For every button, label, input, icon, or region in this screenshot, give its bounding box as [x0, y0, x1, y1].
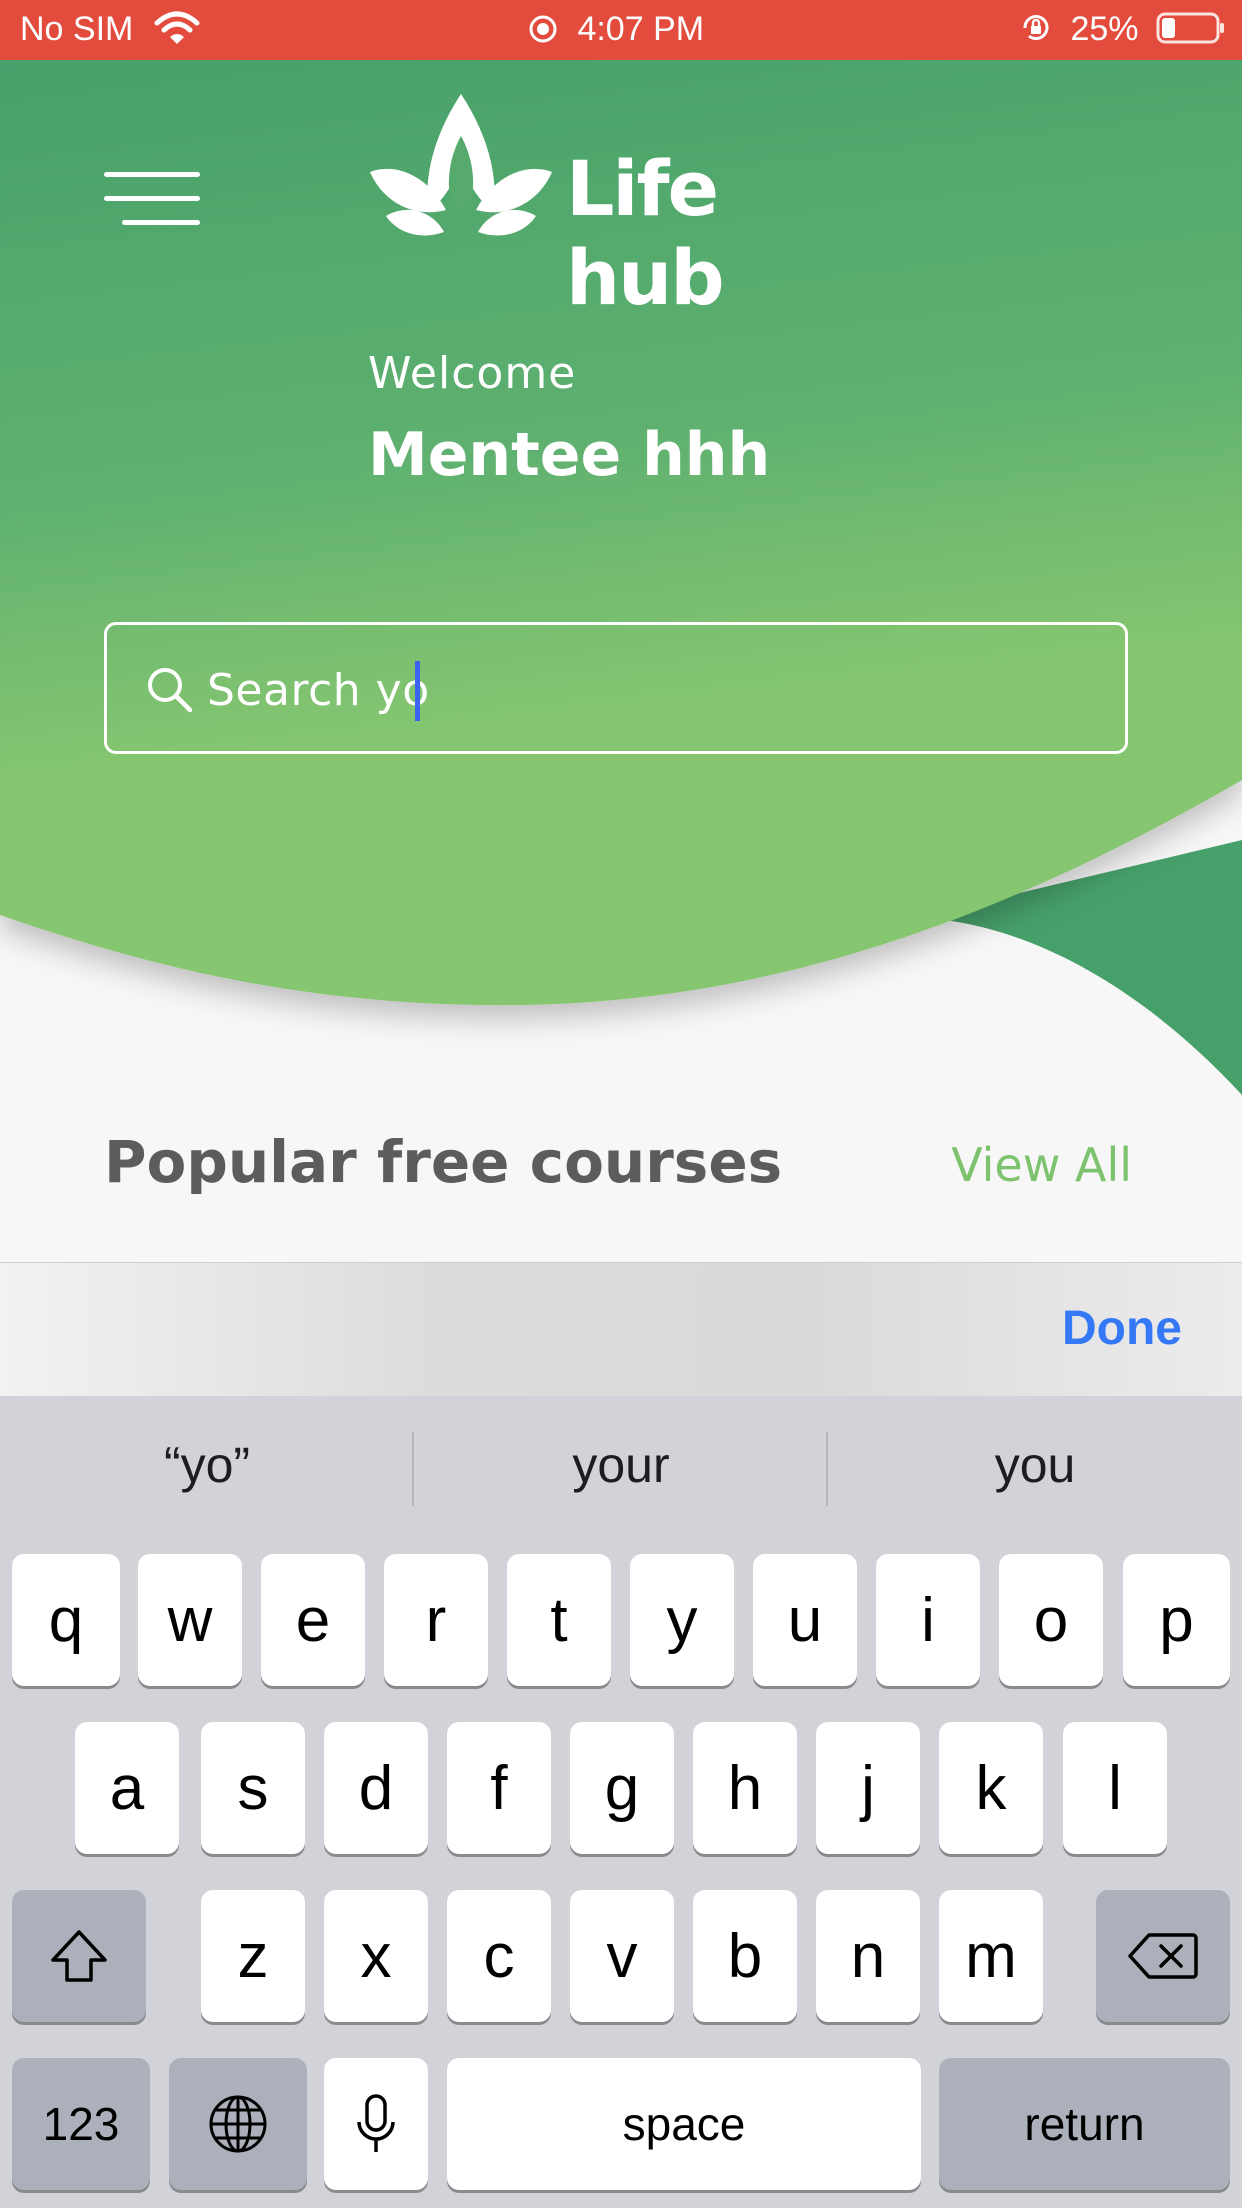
key-o[interactable]: o — [999, 1554, 1103, 1686]
location-icon — [528, 10, 577, 48]
key-q[interactable]: q — [12, 1554, 120, 1686]
key-b[interactable]: b — [693, 1890, 797, 2022]
globe-key[interactable] — [169, 2058, 307, 2190]
key-l[interactable]: l — [1063, 1722, 1167, 1854]
user-name: Mentee hhh — [368, 420, 771, 490]
keyboard: “yo” your you q w e r t y u i o p a s d … — [0, 1396, 1242, 2208]
delete-key[interactable] — [1096, 1890, 1230, 2022]
brand-logo: Life hub — [366, 92, 896, 322]
done-button[interactable]: Done — [1062, 1301, 1182, 1356]
lotus-logo-icon — [370, 94, 552, 236]
backspace-icon — [1128, 1933, 1198, 1979]
suggestion-item[interactable]: you — [828, 1436, 1242, 1494]
key-j[interactable]: j — [816, 1722, 920, 1854]
suggestion-bar: “yo” your you — [0, 1396, 1242, 1546]
status-bar: No SIM 4:07 PM 25% — [0, 0, 1242, 60]
orientation-lock-icon — [1019, 10, 1062, 48]
return-key[interactable]: return — [939, 2058, 1230, 2190]
key-h[interactable]: h — [693, 1722, 797, 1854]
key-x[interactable]: x — [324, 1890, 428, 2022]
wifi-icon — [154, 11, 200, 56]
battery-icon — [1147, 10, 1226, 48]
key-z[interactable]: z — [201, 1890, 305, 2022]
key-r[interactable]: r — [384, 1554, 488, 1686]
key-n[interactable]: n — [816, 1890, 920, 2022]
key-p[interactable]: p — [1123, 1554, 1230, 1686]
shift-icon — [51, 1930, 107, 1982]
suggestion-item[interactable]: your — [414, 1436, 828, 1494]
view-all-link[interactable]: View All — [951, 1138, 1132, 1192]
globe-icon — [209, 2095, 267, 2153]
key-f[interactable]: f — [447, 1722, 551, 1854]
keyboard-accessory-bar: Done — [0, 1262, 1242, 1396]
microphone-key[interactable] — [324, 2058, 428, 2190]
key-c[interactable]: c — [447, 1890, 551, 2022]
suggestion-item[interactable]: “yo” — [0, 1436, 414, 1494]
clock-time: 4:07 PM — [577, 10, 705, 48]
key-y[interactable]: y — [630, 1554, 734, 1686]
key-u[interactable]: u — [753, 1554, 857, 1686]
key-v[interactable]: v — [570, 1890, 674, 2022]
key-m[interactable]: m — [939, 1890, 1043, 2022]
menu-icon[interactable] — [104, 172, 200, 225]
welcome-label: Welcome — [368, 348, 577, 399]
brand-name: Life hub — [566, 144, 725, 322]
key-d[interactable]: d — [324, 1722, 428, 1854]
section-title: Popular free courses — [104, 1128, 783, 1196]
text-cursor — [415, 661, 420, 721]
search-query-text: Search yo — [207, 665, 430, 716]
numbers-key[interactable]: 123 — [12, 2058, 150, 2190]
key-t[interactable]: t — [507, 1554, 611, 1686]
key-s[interactable]: s — [201, 1722, 305, 1854]
key-e[interactable]: e — [261, 1554, 365, 1686]
key-g[interactable]: g — [570, 1722, 674, 1854]
key-i[interactable]: i — [876, 1554, 980, 1686]
key-w[interactable]: w — [138, 1554, 242, 1686]
key-a[interactable]: a — [75, 1722, 179, 1854]
search-input[interactable]: Search yo — [104, 622, 1128, 754]
microphone-icon — [357, 2094, 395, 2152]
carrier-label: No SIM — [20, 10, 134, 48]
key-k[interactable]: k — [939, 1722, 1043, 1854]
battery-percent: 25% — [1070, 10, 1139, 48]
space-key[interactable]: space — [447, 2058, 921, 2190]
search-icon — [148, 668, 193, 713]
shift-key[interactable] — [12, 1890, 146, 2022]
